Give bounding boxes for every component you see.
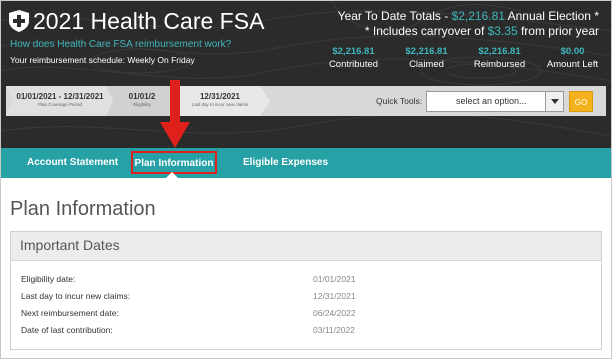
stat-label: Amount Left xyxy=(546,59,599,70)
carryover-note: * Includes carryover of $3.35 from prior… xyxy=(365,24,599,38)
arrow-down-icon xyxy=(160,80,190,148)
stat-label: Contributed xyxy=(328,59,379,70)
quick-tools-label: Quick Tools: xyxy=(376,96,423,106)
date-row-last-claim-day: Last day to incur new claims: 12/31/2021 xyxy=(21,291,591,305)
stat-value: $0.00 xyxy=(560,46,585,57)
date-value: 03/11/2022 xyxy=(313,325,355,335)
stat-reimbursed: $2,216.81 Reimbursed xyxy=(463,46,536,76)
date-value: 06/24/2022 xyxy=(313,308,356,318)
carryover-suffix: from prior year xyxy=(517,24,599,38)
ytd-amount: $2,216.81 xyxy=(451,9,505,23)
account-header: 2021 Health Care FSA How does Health Car… xyxy=(1,1,611,148)
carryover-prefix: * Includes carryover of xyxy=(364,24,488,38)
ytd-prefix: Year To Date Totals - xyxy=(337,9,452,23)
stat-label: Reimbursed xyxy=(473,59,526,70)
date-label: Date of last contribution: xyxy=(21,325,113,335)
quick-tools-select[interactable]: select an option... xyxy=(426,91,564,112)
tab-plan-information[interactable]: Plan Information xyxy=(131,151,217,174)
timeline-step-coverage: 01/01/2021 - 12/31/2021 Plan Coverage Pe… xyxy=(6,86,114,116)
stat-contributed: $2,216.81 Contributed xyxy=(317,46,390,76)
date-label: Eligibility date: xyxy=(21,274,76,284)
panel-header: Important Dates xyxy=(11,232,601,261)
date-row-last-contribution: Date of last contribution: 03/11/2022 xyxy=(21,325,591,339)
important-dates-panel: Important Dates Eligibility date: 01/01/… xyxy=(10,231,602,350)
chevron-down-icon[interactable] xyxy=(545,92,563,111)
active-tab-caret xyxy=(165,172,179,179)
tab-eligible-expenses[interactable]: Eligible Expenses xyxy=(243,148,328,178)
go-button[interactable]: GO xyxy=(569,91,593,112)
stat-value: $2,216.81 xyxy=(405,46,448,57)
date-row-eligibility: Eligibility date: 01/01/2021 xyxy=(21,274,591,288)
date-value: 12/31/2021 xyxy=(313,291,356,301)
tab-account-statement[interactable]: Account Statement xyxy=(27,148,118,178)
date-label: Next reimbursement date: xyxy=(21,308,119,318)
stat-claimed: $2,216.81 Claimed xyxy=(390,46,463,76)
account-stats: $2,216.81 Contributed $2,216.81 Claimed … xyxy=(317,46,609,76)
page-title: Plan Information xyxy=(10,198,156,220)
stat-value: $2,216.81 xyxy=(478,46,521,57)
main-nav: Account Statement Plan Information Eligi… xyxy=(1,148,611,178)
stat-label: Claimed xyxy=(409,59,444,70)
shield-cross-icon xyxy=(9,10,29,32)
reimbursement-help-link[interactable]: How does Health Care FSA reimbursement w… xyxy=(10,39,231,50)
date-value: 01/01/2021 xyxy=(313,274,356,284)
timeline-sub: Plan Coverage Period xyxy=(37,102,83,107)
reimbursement-schedule: Your reimbursement schedule: Weekly On F… xyxy=(10,55,195,65)
stat-value: $2,216.81 xyxy=(332,46,375,57)
app-title: 2021 Health Care FSA xyxy=(33,8,265,34)
ytd-totals: Year To Date Totals - $2,216.81 Annual E… xyxy=(338,9,599,23)
date-label: Last day to incur new claims: xyxy=(21,291,131,301)
timeline-date: 01/01/2021 - 12/31/2021 xyxy=(16,92,104,101)
carryover-amount: $3.35 xyxy=(487,24,518,38)
quick-tools-selected: select an option... xyxy=(456,96,527,106)
date-row-next-reimbursement: Next reimbursement date: 06/24/2022 xyxy=(21,308,591,322)
stat-amount-left: $0.00 Amount Left xyxy=(536,46,609,76)
panel-title: Important Dates xyxy=(20,237,120,253)
ytd-suffix: Annual Election * xyxy=(504,9,599,23)
